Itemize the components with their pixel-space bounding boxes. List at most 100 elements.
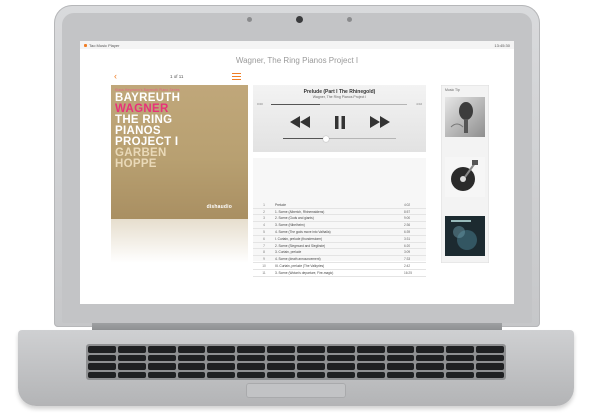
keyboard-key[interactable] (476, 363, 504, 370)
track-row[interactable]: 9 4. Scene (death announcement) 7:33 (253, 256, 426, 264)
keyboard-key[interactable] (326, 371, 355, 378)
keyboard-key[interactable] (416, 346, 445, 353)
sensor-dot (347, 17, 352, 22)
album-cover-reflection (111, 219, 248, 263)
laptop-mockup: Tao Music Player 13:45:30 Wagner, The Ri… (0, 0, 591, 416)
keyboard-key[interactable] (237, 354, 266, 361)
keyboard-key[interactable] (147, 346, 176, 353)
keyboard-key[interactable] (177, 354, 206, 361)
keyboard-key[interactable] (446, 346, 475, 353)
keyboard-key[interactable] (356, 363, 385, 370)
rewind-icon[interactable] (289, 115, 311, 129)
track-row[interactable]: 4 3. Scene (Nibelheim) 2:36 (253, 222, 426, 230)
track-row[interactable]: 7 2. Scene (Siegmund and Sieglinde) 6:20 (253, 243, 426, 250)
keyboard-key[interactable] (117, 354, 146, 361)
keyboard-key[interactable] (177, 346, 206, 353)
keyboard-key[interactable] (267, 371, 295, 378)
track-duration: 6:39 (404, 230, 411, 235)
pause-icon[interactable] (332, 115, 348, 129)
keyboard-key[interactable] (147, 371, 176, 378)
keyboard-key[interactable] (207, 354, 236, 361)
track-number: 8 (263, 250, 265, 255)
track-number: 7 (263, 243, 265, 248)
track-row[interactable]: 5 4. Scene (The gods move into Valhalla) 6… (253, 229, 426, 236)
keyboard-key[interactable] (356, 346, 385, 353)
keyboard-key[interactable] (117, 346, 146, 353)
keyboard-key[interactable] (117, 363, 146, 370)
track-duration: 4:02 (404, 202, 411, 207)
elapsed-time: 0:00 (257, 102, 263, 106)
volume-slider[interactable] (283, 135, 396, 142)
keyboard-key[interactable] (88, 354, 116, 361)
keyboard-key[interactable] (446, 363, 475, 370)
volume-fill (283, 138, 326, 140)
keyboard-key[interactable] (207, 346, 236, 353)
keyboard-key[interactable] (416, 354, 445, 361)
keyboard-key[interactable] (416, 363, 445, 370)
record-player-icon[interactable] (445, 157, 485, 197)
keyboard-key[interactable] (177, 363, 206, 370)
keyboard-key[interactable] (326, 354, 355, 361)
track-name: Prelude (275, 202, 286, 207)
track-row[interactable]: 11 3. Scene (Wotan's departure, Fire-magi… (253, 270, 426, 277)
track-row[interactable]: 6 I. Curtain, prelude (thunderstorm) 3:31 (253, 236, 426, 243)
keyboard-key[interactable] (237, 346, 266, 353)
keyboard-key[interactable] (177, 371, 206, 378)
track-row[interactable]: 3 2. Scene (Gods and giants) 9:00 (253, 216, 426, 223)
album-cover[interactable]: Klaus Heymann's Bayreuth Piano Series BA… (111, 85, 248, 219)
keyboard-key[interactable] (356, 371, 385, 378)
fast-forward-icon[interactable] (369, 115, 391, 129)
track-row[interactable]: 1 Prelude 4:02 (253, 202, 426, 209)
keyboard-key[interactable] (207, 363, 236, 370)
keyboard-key[interactable] (267, 363, 295, 370)
keyboard-key[interactable] (326, 363, 355, 370)
keyboard-key[interactable] (476, 371, 504, 378)
track-name: 1. Scene (Alberich, Rhinemaidens) (275, 209, 325, 214)
touchpad[interactable] (246, 383, 346, 398)
keyboard-key[interactable] (297, 363, 325, 370)
album-cover-icon[interactable] (445, 216, 485, 256)
keyboard-key[interactable] (88, 363, 116, 370)
track-name: III. Curtain, prelude (The Valkyries) (275, 264, 325, 269)
keyboard-key[interactable] (446, 354, 475, 361)
page-title: Wagner, The Ring Pianos Project I (235, 56, 359, 65)
keyboard-key[interactable] (297, 371, 325, 378)
album-title-block: BAYREUTH WAGNER THE RING PIANOS PROJECT … (115, 92, 180, 170)
keyboard-key[interactable] (297, 354, 325, 361)
keyboard-key[interactable] (386, 363, 415, 370)
keyboard-key[interactable] (147, 354, 176, 361)
keyboard-key[interactable] (476, 354, 504, 361)
track-duration: 16:25 (404, 270, 412, 275)
keyboard-key[interactable] (476, 346, 504, 353)
track-name: 2. Scene (Siegmund and Sieglinde) (275, 243, 326, 248)
keyboard-key[interactable] (237, 363, 266, 370)
keyboard-key[interactable] (237, 371, 266, 378)
track-row[interactable]: 8 3. Curtain, prelude 3:09 (253, 250, 426, 257)
progress-fill (271, 104, 320, 106)
progress-bar[interactable] (271, 104, 407, 106)
keyboard-key[interactable] (88, 371, 116, 378)
track-number: 3 (263, 216, 265, 221)
keyboard-key[interactable] (386, 346, 415, 353)
keyboard-key[interactable] (88, 346, 116, 353)
keyboard-key[interactable] (267, 354, 295, 361)
keyboard-key[interactable] (356, 354, 385, 361)
keyboard-key[interactable] (117, 371, 146, 378)
track-row[interactable]: 10 III. Curtain, prelude (The Valkyries) 2… (253, 263, 426, 270)
microphone-icon[interactable] (445, 97, 485, 137)
volume-knob[interactable] (322, 135, 329, 142)
keyboard-key[interactable] (147, 363, 176, 370)
hamburger-icon[interactable] (232, 73, 241, 80)
keyboard-key[interactable] (267, 346, 295, 353)
track-row[interactable]: 2 1. Scene (Alberich, Rhinemaidens) 8:57 (253, 209, 426, 216)
track-name: 4. Scene (death announcement) (275, 257, 321, 262)
keyboard-key[interactable] (386, 371, 415, 378)
keyboard-key[interactable] (416, 371, 445, 378)
keyboard-key[interactable] (297, 346, 325, 353)
chevron-left-icon[interactable]: ‹ (114, 72, 117, 81)
player-panel: Prelude (Part I The Rhinegold) Wagner, T… (253, 85, 426, 152)
keyboard-key[interactable] (326, 346, 355, 353)
keyboard-key[interactable] (386, 354, 415, 361)
keyboard-key[interactable] (446, 371, 475, 378)
keyboard-key[interactable] (207, 371, 236, 378)
